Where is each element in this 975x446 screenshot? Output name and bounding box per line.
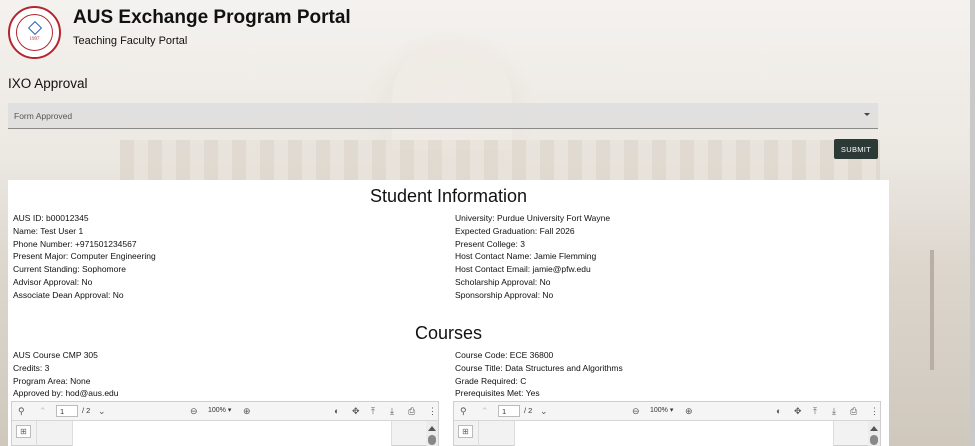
zoom-value: 100%: [650, 407, 668, 414]
pan-icon[interactable]: ✥: [794, 406, 802, 416]
scroll-up-icon[interactable]: [428, 426, 436, 431]
course-code: Course Code: ECE 36800: [455, 350, 554, 360]
info-graduation: Expected Graduation: Fall 2026: [455, 225, 575, 236]
page-number-input[interactable]: 1: [498, 405, 520, 417]
course-credits: Credits: 3: [13, 362, 50, 373]
more-icon[interactable]: ⋮: [870, 406, 879, 416]
zoom-in-icon[interactable]: ⊕: [685, 406, 693, 416]
background-lamp: [930, 250, 934, 370]
download-icon[interactable]: ⤓: [390, 406, 394, 416]
submit-button[interactable]: SUBMIT: [834, 139, 878, 159]
pdf-page: [514, 421, 834, 446]
course-right: Course Code: ECE 36800 Course Title: Dat…: [455, 349, 623, 400]
pdf-sidebar-divider: [478, 421, 479, 446]
pdf-sidebar-divider: [36, 421, 37, 446]
approval-label: IXO Approval: [8, 76, 88, 91]
student-info-right: University: Purdue University Fort Wayne…: [455, 212, 610, 301]
approval-select[interactable]: Form Approved: [8, 103, 878, 129]
pdf-body: ⊞: [12, 421, 438, 446]
details-panel: Student Information AUS ID: b00012345 Na…: [8, 180, 889, 446]
info-host-email: Host Contact Email: jamie@pfw.edu: [455, 264, 591, 274]
more-icon[interactable]: ⋮: [428, 406, 437, 416]
page-down-icon[interactable]: ⌄: [98, 406, 106, 416]
student-info-left: AUS ID: b00012345 Name: Test User 1 Phon…: [13, 212, 156, 301]
print-icon[interactable]: ⎙: [408, 406, 415, 416]
pdf-viewer-right[interactable]: ⚲ ⌃ 1 / 2 ⌄ ⊖ 100% ▾ ⊕ ◐ ✥ ⤒ ⤓ ⎙ ⋮ ⊞: [453, 401, 881, 446]
course-aus-course: AUS Course CMP 305: [13, 350, 98, 360]
pdf-page: [72, 421, 392, 446]
courses-heading: Courses: [414, 323, 483, 343]
pdf-body: ⊞: [454, 421, 880, 446]
download-icon[interactable]: ⤓: [832, 406, 836, 416]
zoom-in-icon[interactable]: ⊕: [243, 406, 251, 416]
info-advisor-approval: Advisor Approval: No: [13, 276, 93, 287]
course-grade: Grade Required: C: [455, 375, 527, 386]
search-icon[interactable]: ⚲: [18, 406, 25, 416]
zoom-value: 100%: [208, 407, 226, 414]
info-dean-approval: Associate Dean Approval: No: [13, 289, 124, 300]
pdf-toolbar: ⚲ ⌃ 1 / 2 ⌄ ⊖ 100% ▾ ⊕ ◐ ✥ ⤒ ⤓ ⎙ ⋮: [454, 402, 880, 421]
info-host-name: Host Contact Name: Jamie Flemming: [455, 251, 597, 262]
course-approved-by: Approved by: hod@aus.edu: [13, 388, 119, 399]
page-up-icon[interactable]: ⌃: [39, 406, 47, 416]
print-icon[interactable]: ⎙: [850, 406, 857, 416]
approval-select-value: Form Approved: [14, 110, 73, 121]
page-count: / 2: [524, 406, 533, 415]
theme-icon[interactable]: ◐: [776, 406, 781, 416]
app-subtitle: Teaching Faculty Portal: [73, 35, 188, 47]
zoom-select[interactable]: 100% ▾: [208, 406, 231, 414]
pdf-viewer-left[interactable]: ⚲ ⌃ 1 / 2 ⌄ ⊖ 100% ▾ ⊕ ◐ ✥ ⤒ ⤓ ⎙ ⋮ ⊞: [11, 401, 439, 446]
logo-year: 1997: [29, 37, 40, 42]
info-major: Present Major: Computer Engineering: [13, 251, 156, 262]
zoom-out-icon[interactable]: ⊖: [632, 406, 640, 416]
zoom-out-icon[interactable]: ⊖: [190, 406, 198, 416]
pdf-scrollbar[interactable]: [426, 421, 438, 446]
thumbnails-icon[interactable]: ⊞: [16, 425, 31, 438]
scroll-thumb[interactable]: [428, 435, 436, 445]
info-college: Present College: 3: [455, 238, 525, 249]
thumbnails-icon[interactable]: ⊞: [458, 425, 473, 438]
pan-icon[interactable]: ✥: [352, 406, 360, 416]
page-number-input[interactable]: 1: [56, 405, 78, 417]
info-standing: Current Standing: Sophomore: [13, 264, 126, 274]
info-aus-id: AUS ID: b00012345: [13, 213, 89, 223]
app-title: AUS Exchange Program Portal: [73, 7, 351, 28]
pdf-scrollbar[interactable]: [868, 421, 880, 446]
course-prereqs: Prerequisites Met: Yes: [455, 388, 540, 399]
zoom-select[interactable]: 100% ▾: [650, 406, 673, 414]
search-icon[interactable]: ⚲: [460, 406, 467, 416]
course-left: AUS Course CMP 305 Credits: 3 Program Ar…: [13, 349, 119, 400]
upload-icon[interactable]: ⤒: [813, 406, 817, 416]
info-phone: Phone Number: +971501234567: [13, 238, 137, 249]
upload-icon[interactable]: ⤒: [371, 406, 375, 416]
page-count: / 2: [82, 406, 91, 415]
university-seal-icon: 1997: [8, 6, 61, 59]
scroll-up-icon[interactable]: [870, 426, 878, 431]
window-scrollbar[interactable]: [970, 0, 975, 446]
chevron-down-icon: [864, 113, 870, 116]
info-name: Name: Test User 1: [13, 225, 84, 236]
pdf-toolbar: ⚲ ⌃ 1 / 2 ⌄ ⊖ 100% ▾ ⊕ ◐ ✥ ⤒ ⤓ ⎙ ⋮: [12, 402, 438, 421]
page-up-icon[interactable]: ⌃: [481, 406, 489, 416]
info-sponsorship: Sponsorship Approval: No: [455, 289, 554, 300]
theme-icon[interactable]: ◐: [334, 406, 339, 416]
student-info-heading: Student Information: [369, 186, 528, 206]
scroll-thumb[interactable]: [870, 435, 878, 445]
course-title: Course Title: Data Structures and Algori…: [455, 362, 623, 373]
info-university: University: Purdue University Fort Wayne: [455, 213, 611, 223]
info-scholarship: Scholarship Approval: No: [455, 276, 551, 287]
background-dome: [392, 40, 512, 150]
page-down-icon[interactable]: ⌄: [540, 406, 548, 416]
background-arcade: [120, 140, 880, 180]
course-program-area: Program Area: None: [13, 375, 91, 386]
